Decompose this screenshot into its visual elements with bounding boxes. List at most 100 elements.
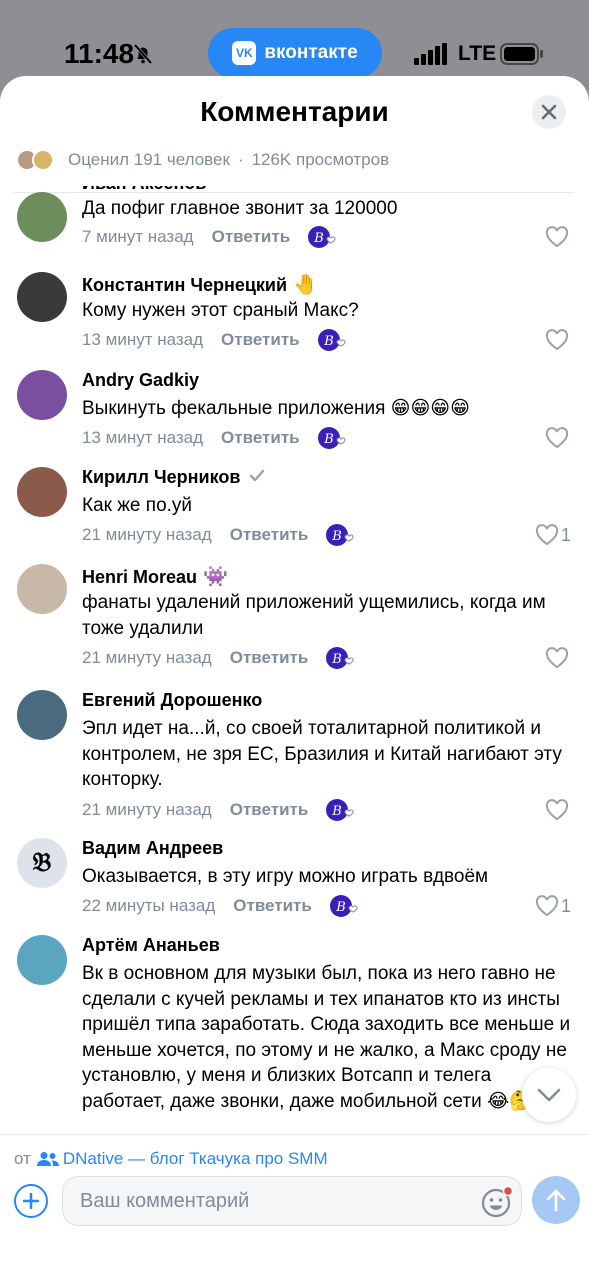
author-name: Константин Чернецкий: [82, 275, 288, 295]
community-link[interactable]: DNative — блог Ткачука про SMM: [63, 1149, 328, 1169]
like-button[interactable]: [545, 223, 571, 251]
heart-icon: [545, 329, 569, 351]
comment-author[interactable]: Henri Moreau 👾: [82, 564, 228, 589]
reply-button[interactable]: Ответить: [221, 428, 300, 448]
reply-button[interactable]: Ответить: [230, 800, 309, 820]
reply-button[interactable]: Ответить: [230, 648, 309, 668]
comment-input[interactable]: Ваш комментарий: [62, 1176, 522, 1226]
comment-author[interactable]: Константин Чернецкий 🤚: [82, 272, 318, 297]
comment-text: Эпл идет на...й, со своей тоталитарной п…: [82, 718, 562, 790]
smile-icon: [481, 1185, 514, 1218]
bell-off-icon: [133, 43, 153, 65]
heart-icon: [535, 895, 559, 917]
stats-separator: ·: [237, 150, 244, 169]
stats-row[interactable]: Оценил 191 человек · 126K просмотров: [16, 146, 389, 174]
svg-text:B: B: [332, 804, 343, 819]
signal-icon: [414, 43, 447, 65]
comment-time: 21 минуту назад: [82, 648, 212, 667]
comment-author[interactable]: Иван Аксенов: [82, 186, 206, 194]
author-name: Henri Moreau: [82, 567, 198, 587]
sheet-title: Комментарии: [200, 96, 389, 127]
comment-time: 21 минуту назад: [82, 800, 212, 819]
from-prefix: от: [14, 1148, 31, 1168]
comment-text: Вк в основном для музыки был, пока из не…: [82, 963, 571, 1112]
comment-text: Да пофиг главное звонит за 120000: [82, 198, 398, 219]
reply-button[interactable]: Ответить: [221, 330, 300, 350]
comment-time: 22 минуты назад: [82, 896, 216, 915]
comment-time: 7 минут назад: [82, 227, 194, 246]
like-button[interactable]: [545, 424, 571, 452]
comment-composer: Ваш комментарий: [0, 1170, 589, 1280]
comment-author[interactable]: Артём Ананьев: [82, 935, 220, 956]
comment-text: Кому нужен этот сраный Макс?: [82, 300, 359, 321]
like-button[interactable]: [545, 326, 571, 354]
reply-button[interactable]: Ответить: [230, 525, 309, 545]
send-button[interactable]: [532, 1176, 580, 1224]
like-button[interactable]: [545, 644, 571, 672]
status-bar: 11:48 VK вконтакте LTE: [0, 0, 589, 80]
comment-time: 21 минуту назад: [82, 525, 212, 544]
comments-list: Иван Аксенов Да пофиг главное звонит за …: [0, 186, 589, 1134]
vk-logo-icon: VK: [232, 41, 257, 65]
like-button[interactable]: [545, 796, 571, 824]
reaction-icon[interactable]: B: [329, 894, 360, 918]
attach-button[interactable]: [14, 1184, 48, 1218]
comment-text: Оказывается, в эту игру можно играть вдв…: [82, 866, 489, 887]
like-count: 1: [560, 895, 571, 916]
reaction-icon[interactable]: B: [317, 426, 348, 450]
svg-text:B: B: [335, 900, 346, 915]
avatar[interactable]: [17, 467, 67, 517]
like-button[interactable]: 1: [535, 892, 571, 920]
rater-avatar: [32, 149, 54, 171]
comment-text: Выкинуть фекальные приложения 😁😁😁😁: [82, 398, 470, 419]
scroll-down-button[interactable]: [522, 1068, 576, 1122]
chevron-down-icon: [537, 1088, 561, 1102]
avatar[interactable]: [17, 690, 67, 740]
comment-time: 13 минут назад: [82, 428, 204, 447]
emoji-button[interactable]: [480, 1185, 514, 1219]
avatar[interactable]: [17, 272, 67, 322]
close-button[interactable]: [532, 95, 566, 129]
comment-author[interactable]: Кирилл Черников: [82, 467, 265, 488]
plus-icon: [23, 1193, 39, 1209]
like-count: 1: [560, 524, 571, 545]
views-count: 126K просмотров: [251, 150, 390, 169]
avatar[interactable]: [17, 564, 67, 614]
comment-meta: 21 минуту назад Ответить B: [82, 796, 356, 824]
arrow-up-icon: [546, 1189, 566, 1212]
community-icon: [36, 1151, 59, 1166]
reaction-icon[interactable]: B: [326, 798, 356, 822]
svg-text:B: B: [332, 529, 343, 544]
comment-author[interactable]: Andry Gadkiy: [82, 370, 199, 391]
svg-text:B: B: [323, 334, 334, 349]
comment-meta: 13 минут назад Ответить B: [82, 326, 348, 354]
reply-button[interactable]: Ответить: [212, 227, 291, 247]
heart-icon: [545, 647, 569, 669]
comment-meta: 21 минуту назад Ответить B: [82, 644, 356, 672]
gothic-b-logo: 𝔅: [32, 847, 52, 878]
network-type: LTE: [458, 42, 497, 65]
avatar[interactable]: 𝔅: [17, 838, 67, 888]
comment-text: фанаты удалений приложений ущемились, ко…: [82, 592, 546, 639]
comment-author[interactable]: Евгений Дорошенко: [82, 690, 262, 711]
comment-meta: 22 минуты назад Ответить B: [82, 892, 360, 920]
avatar[interactable]: [17, 370, 67, 420]
vk-pill-label: вконтакте: [264, 42, 358, 63]
reaction-icon[interactable]: B: [308, 225, 338, 249]
avatar[interactable]: [17, 192, 67, 242]
close-icon: [541, 104, 557, 120]
reaction-icon[interactable]: B: [326, 523, 356, 547]
reaction-icon[interactable]: B: [317, 328, 348, 352]
battery-icon: [500, 43, 543, 65]
svg-text:B: B: [323, 432, 334, 447]
comment-text: Как же по.уй: [82, 495, 193, 516]
avatar[interactable]: [17, 935, 67, 985]
comment-author[interactable]: Вадим Андреев: [82, 838, 223, 859]
like-button[interactable]: 1: [535, 521, 571, 549]
reaction-icon[interactable]: B: [326, 646, 356, 670]
heart-icon: [545, 427, 569, 449]
reply-button[interactable]: Ответить: [233, 896, 312, 916]
heart-icon: [545, 799, 569, 821]
vk-app-pill[interactable]: VK вконтакте: [208, 28, 382, 78]
author-name: Кирилл Черников: [82, 467, 241, 487]
